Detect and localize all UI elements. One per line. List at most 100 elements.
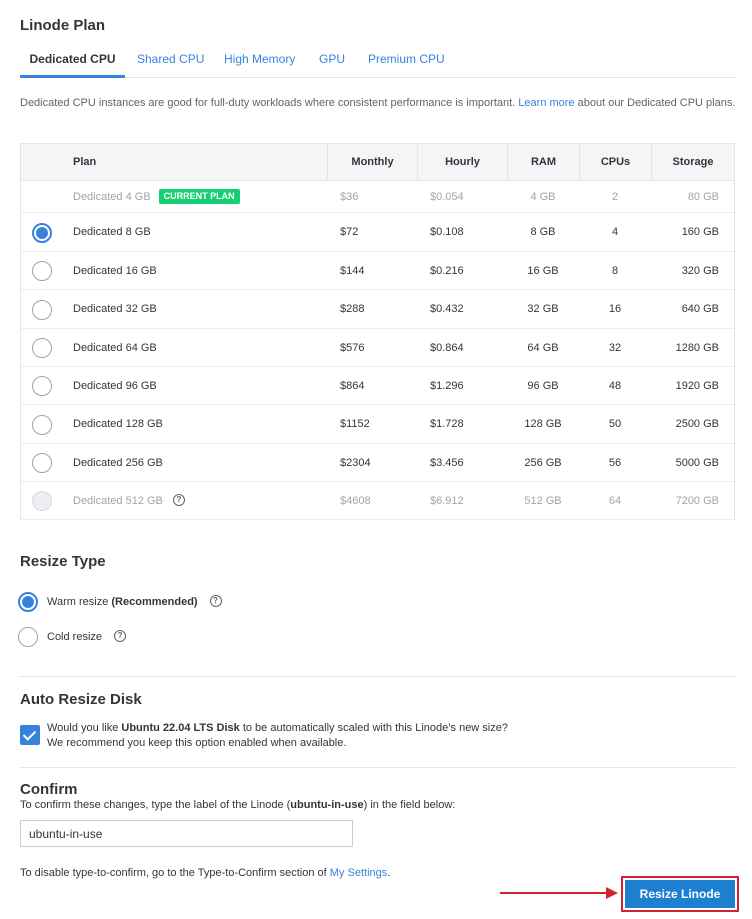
cell-monthly: $1152 [340, 418, 370, 430]
cell-storage: 2500 GB [675, 418, 719, 430]
recommended-label: (Recommended) [111, 596, 198, 608]
cell-cpus: 4 [611, 226, 619, 238]
column-header-ram: RAM [507, 144, 579, 181]
cell-storage: 80 GB [687, 191, 719, 203]
linode-label: ubuntu-in-use [290, 799, 364, 811]
auto-resize-disk-title: Auto Resize Disk [20, 691, 142, 708]
plan-radio[interactable] [32, 376, 52, 396]
tab-high-memory[interactable]: High Memory [224, 40, 295, 78]
table-row[interactable]: Dedicated 128 GB $1152 $1.728 128 GB 50 2500 … [21, 405, 734, 444]
help-circle-icon[interactable]: ? [114, 630, 127, 643]
table-row[interactable]: Dedicated 64 GB $576 $0.864 64 GB 32 1280 GB [21, 329, 734, 367]
cell-hourly: $0.864 [430, 342, 464, 354]
column-header-storage: Storage [651, 144, 734, 181]
column-header-plan: Plan [73, 156, 97, 168]
cell-ram: 512 GB [524, 495, 562, 507]
cell-monthly: $36 [340, 191, 359, 203]
table-row[interactable]: Dedicated 256 GB $2304 $3.456 256 GB 56 5000 … [21, 444, 734, 482]
cell-ram: 96 GB [527, 380, 559, 392]
cell-monthly: $2304 [340, 457, 371, 469]
confirm-label-input[interactable] [20, 820, 353, 847]
cell-storage: 7200 GB [675, 495, 719, 507]
warm-resize-radio[interactable] [18, 592, 38, 612]
plan-tabs: Dedicated CPU Shared CPU High Memory GPU… [20, 40, 736, 78]
divider [20, 676, 735, 677]
table-row[interactable]: Dedicated 8 GB $72 $0.108 8 GB 4 160 GB [21, 213, 734, 252]
help-circle-icon[interactable]: ? [172, 494, 185, 507]
cell-cpus: 50 [608, 418, 622, 430]
cell-hourly: $0.054 [430, 191, 464, 203]
cell-storage: 1920 GB [675, 380, 719, 392]
cell-storage: 320 GB [681, 265, 719, 277]
column-header-cpus: CPUs [579, 144, 651, 181]
column-header-hourly: Hourly [417, 144, 507, 181]
cell-cpus: 16 [608, 303, 622, 315]
cell-ram: 4 GB [530, 191, 556, 203]
cell-storage: 160 GB [681, 226, 719, 238]
plan-name: Dedicated 8 GB [73, 226, 151, 238]
auto-resize-description: Would you like Ubuntu 22.04 LTS Disk to … [47, 722, 508, 749]
cold-resize-radio[interactable] [18, 627, 38, 647]
tab-dedicated-cpu[interactable]: Dedicated CPU [20, 40, 125, 78]
disable-confirm-text: To disable type-to-confirm, go to the Ty… [20, 867, 391, 879]
plan-description: Dedicated CPU instances are good for ful… [20, 97, 736, 109]
warm-resize-label: Warm resize [47, 596, 109, 608]
plan-radio[interactable] [32, 300, 52, 320]
cell-ram: 8 GB [530, 226, 556, 238]
cell-ram: 128 GB [524, 418, 562, 430]
plan-radio[interactable] [32, 223, 52, 243]
arrow-head [606, 887, 618, 899]
cell-cpus: 8 [611, 265, 619, 277]
plan-name: Dedicated 64 GB [73, 342, 157, 354]
cell-cpus: 48 [608, 380, 622, 392]
auto-resize-checkbox[interactable] [20, 725, 40, 745]
tab-premium-cpu[interactable]: Premium CPU [368, 40, 445, 78]
cell-ram: 256 GB [524, 457, 562, 469]
plan-radio [32, 491, 52, 511]
table-row[interactable]: Dedicated 16 GB $144 $0.216 16 GB 8 320 GB [21, 252, 734, 290]
plan-name: Dedicated 4 GB CURRENT PLAN [73, 181, 240, 213]
plan-radio[interactable] [32, 415, 52, 435]
cell-ram: 32 GB [527, 303, 559, 315]
learn-more-link[interactable]: Learn more [518, 97, 574, 109]
cell-ram: 64 GB [527, 342, 559, 354]
plan-table: Plan Monthly Hourly RAM CPUs Storage Ded… [20, 143, 735, 520]
tab-gpu[interactable]: GPU [319, 40, 345, 78]
cell-hourly: $3.456 [430, 457, 464, 469]
table-row: Dedicated 4 GB CURRENT PLAN $36 $0.054 4 GB 2… [21, 181, 734, 213]
cell-cpus: 56 [608, 457, 622, 469]
plan-name: Dedicated 32 GB [73, 303, 157, 315]
resize-linode-button[interactable]: Resize Linode [625, 880, 735, 908]
disk-name: Ubuntu 22.04 LTS Disk [121, 722, 240, 734]
cell-ram: 16 GB [527, 265, 559, 277]
cell-monthly: $288 [340, 303, 365, 315]
plan-name: Dedicated 256 GB [73, 457, 163, 469]
cell-hourly: $1.296 [430, 380, 464, 392]
table-row[interactable]: Dedicated 32 GB $288 $0.432 32 GB 16 640 GB [21, 290, 734, 329]
my-settings-link[interactable]: My Settings [330, 867, 387, 879]
plan-radio[interactable] [32, 453, 52, 473]
resize-type-title: Resize Type [20, 553, 106, 570]
cell-hourly: $0.108 [430, 226, 464, 238]
plan-radio[interactable] [32, 261, 52, 281]
cell-cpus: 32 [608, 342, 622, 354]
divider [20, 767, 735, 768]
plan-radio[interactable] [32, 338, 52, 358]
cell-cpus: 64 [608, 495, 622, 507]
table-row[interactable]: Dedicated 96 GB $864 $1.296 96 GB 48 1920 GB [21, 367, 734, 405]
arrow-right-icon [500, 892, 608, 894]
plan-name: Dedicated 512 GB? [73, 482, 185, 520]
cell-storage: 5000 GB [675, 457, 719, 469]
tab-shared-cpu[interactable]: Shared CPU [137, 40, 204, 78]
plan-name: Dedicated 16 GB [73, 265, 157, 277]
current-plan-badge: CURRENT PLAN [158, 188, 240, 204]
cell-monthly: $576 [340, 342, 365, 354]
linode-plan-title: Linode Plan [20, 17, 106, 34]
cell-monthly: $4608 [340, 495, 371, 507]
cell-storage: 640 GB [681, 303, 719, 315]
cell-monthly: $72 [340, 226, 359, 238]
resize-linode-page: Linode Plan Dedicated CPU Shared CPU Hig… [0, 0, 752, 919]
cell-storage: 1280 GB [675, 342, 719, 354]
help-circle-icon[interactable]: ? [209, 595, 222, 608]
confirm-instruction: To confirm these changes, type the label… [20, 799, 456, 811]
